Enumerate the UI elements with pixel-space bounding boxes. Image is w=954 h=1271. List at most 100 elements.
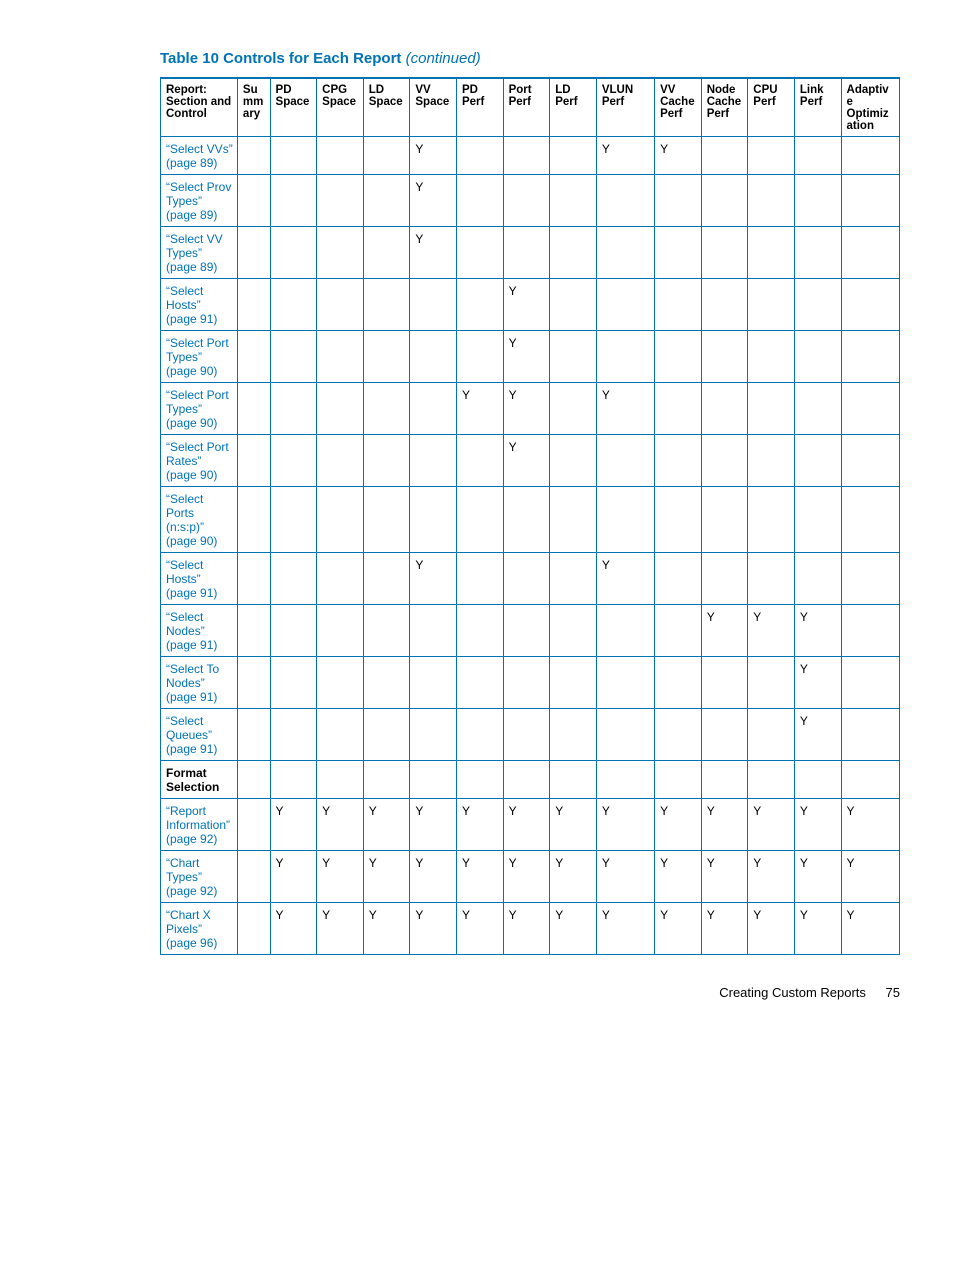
- table-cell: [410, 331, 457, 383]
- table-cell: [748, 175, 795, 227]
- table-row: “Select VV Types” (page 89)Y: [161, 227, 900, 279]
- table-cell: [363, 175, 410, 227]
- table-cell: [270, 383, 317, 435]
- table-cell: [410, 487, 457, 553]
- table-cell: Y: [596, 851, 654, 903]
- table-cell: [237, 851, 270, 903]
- table-cell: [270, 227, 317, 279]
- table-cell: [237, 435, 270, 487]
- table-cell: [655, 331, 702, 383]
- row-label: “Select To Nodes” (page 91): [161, 657, 238, 709]
- table-body: “Select VVs” (page 89)YYY“Select Prov Ty…: [161, 137, 900, 955]
- table-cell: [794, 487, 841, 553]
- table-cell: [270, 137, 317, 175]
- table-cell: [701, 279, 748, 331]
- table-row: “Select Port Types” (page 90)YYY: [161, 383, 900, 435]
- table-cell: [596, 709, 654, 761]
- table-cell: [841, 227, 899, 279]
- column-header: PD Space: [270, 78, 317, 137]
- table-cell: [841, 383, 899, 435]
- table-cell: [596, 487, 654, 553]
- table-cell: [596, 331, 654, 383]
- table-cell: [456, 435, 503, 487]
- table-cell: [456, 657, 503, 709]
- table-cell: [317, 761, 364, 799]
- table-cell: [550, 331, 597, 383]
- table-cell: [270, 435, 317, 487]
- table-cell: Y: [841, 851, 899, 903]
- table-cell: [237, 487, 270, 553]
- table-row: “Select Ports (n:s:p)” (page 90): [161, 487, 900, 553]
- table-cell: Y: [410, 227, 457, 279]
- table-cell: Y: [701, 851, 748, 903]
- table-cell: Y: [596, 903, 654, 955]
- table-cell: [655, 487, 702, 553]
- row-label: “Chart X Pixels” (page 96): [161, 903, 238, 955]
- column-header: VV Cache Perf: [655, 78, 702, 137]
- table-cell: Y: [655, 137, 702, 175]
- table-cell: [701, 227, 748, 279]
- table-cell: Y: [270, 799, 317, 851]
- table-cell: [456, 331, 503, 383]
- table-cell: Y: [748, 851, 795, 903]
- table-cell: [317, 383, 364, 435]
- row-label: “Select Queues” (page 91): [161, 709, 238, 761]
- table-cell: [456, 279, 503, 331]
- table-cell: Y: [550, 799, 597, 851]
- table-cell: [794, 227, 841, 279]
- table-cell: [317, 487, 364, 553]
- table-cell: [456, 137, 503, 175]
- table-cell: Y: [748, 903, 795, 955]
- table-cell: [701, 383, 748, 435]
- table-cell: Y: [748, 605, 795, 657]
- table-cell: [701, 331, 748, 383]
- table-row: “Select To Nodes” (page 91)Y: [161, 657, 900, 709]
- column-header: VV Space: [410, 78, 457, 137]
- table-row: “Chart X Pixels” (page 96)YYYYYYYYYYYYY: [161, 903, 900, 955]
- table-cell: Y: [550, 903, 597, 955]
- table-cell: [237, 175, 270, 227]
- table-cell: Y: [410, 553, 457, 605]
- table-cell: [550, 435, 597, 487]
- table-cell: [317, 605, 364, 657]
- table-cell: [456, 175, 503, 227]
- table-cell: [363, 331, 410, 383]
- table-cell: [363, 657, 410, 709]
- table-cell: Y: [317, 903, 364, 955]
- table-cell: [237, 279, 270, 331]
- table-cell: Y: [655, 903, 702, 955]
- table-cell: [841, 487, 899, 553]
- table-header-row: Report: Section and ControlSummaryPD Spa…: [161, 78, 900, 137]
- column-header: Node Cache Perf: [701, 78, 748, 137]
- table-cell: [596, 605, 654, 657]
- table-row: “Select VVs” (page 89)YYY: [161, 137, 900, 175]
- column-header: CPG Space: [317, 78, 364, 137]
- row-label: “Select Ports (n:s:p)” (page 90): [161, 487, 238, 553]
- table-cell: [237, 331, 270, 383]
- table-cell: [655, 605, 702, 657]
- table-row: “Select Hosts” (page 91)YY: [161, 553, 900, 605]
- table-cell: [794, 331, 841, 383]
- table-cell: [794, 553, 841, 605]
- row-label: “Select Port Types” (page 90): [161, 331, 238, 383]
- table-cell: [363, 137, 410, 175]
- table-cell: [363, 553, 410, 605]
- table-cell: [550, 137, 597, 175]
- row-label: “Report Information” (page 92): [161, 799, 238, 851]
- table-cell: [503, 137, 550, 175]
- table-cell: [841, 657, 899, 709]
- row-label: Format Selection: [161, 761, 238, 799]
- page-footer: Creating Custom Reports 75: [160, 955, 900, 1000]
- table-cell: [550, 761, 597, 799]
- table-cell: [841, 553, 899, 605]
- table-cell: Y: [841, 903, 899, 955]
- table-cell: [550, 553, 597, 605]
- table-cell: [655, 435, 702, 487]
- table-cell: [655, 553, 702, 605]
- table-cell: [503, 175, 550, 227]
- table-cell: [237, 227, 270, 279]
- table-cell: Y: [794, 903, 841, 955]
- table-cell: [794, 279, 841, 331]
- table-cell: [841, 137, 899, 175]
- row-label: “Select Hosts” (page 91): [161, 279, 238, 331]
